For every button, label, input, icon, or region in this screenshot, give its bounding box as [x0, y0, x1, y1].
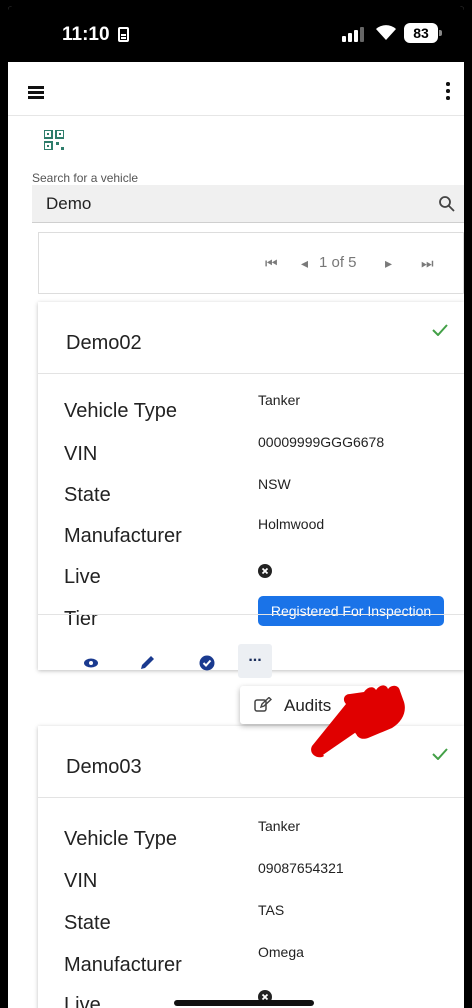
search-label: Search for a vehicle	[32, 171, 139, 185]
card-header: Demo02	[38, 302, 464, 374]
field-label: State	[64, 484, 111, 506]
field-label: VIN	[64, 870, 98, 892]
check-icon	[432, 324, 448, 336]
menu-icon[interactable]	[28, 86, 44, 99]
home-indicator	[174, 1000, 314, 1006]
wifi-icon	[376, 25, 396, 40]
field-value: Holmwood	[258, 516, 325, 532]
status-bar: 11:10 83	[8, 6, 464, 62]
divider	[38, 614, 464, 615]
status-time: 11:10	[62, 24, 110, 45]
app-bar	[8, 62, 464, 116]
search-icon[interactable]	[438, 195, 456, 213]
check-circle-icon[interactable]	[190, 646, 224, 680]
sim-icon	[118, 27, 129, 42]
more-options-icon[interactable]	[444, 82, 452, 100]
audit-edit-icon	[254, 697, 272, 712]
field-label: Tier	[64, 608, 98, 630]
menu-item-label: Audits	[284, 696, 332, 715]
field-value: Omega	[258, 944, 304, 960]
field-value: TAS	[258, 902, 285, 918]
field-label: Vehicle Type	[64, 400, 178, 422]
field-label: Vehicle Type	[64, 828, 178, 850]
search-field[interactable]	[32, 185, 464, 223]
field-value: 09087654321	[258, 860, 344, 876]
first-page-icon[interactable]: ⏮	[265, 255, 278, 272]
qr-code-icon[interactable]	[44, 130, 64, 150]
field-label: Live	[64, 566, 101, 588]
field-label: Manufacturer	[64, 954, 182, 976]
card-header: Demo03	[38, 726, 464, 798]
battery-indicator: 83	[404, 23, 442, 43]
pagination: ⏮ ◂ 1 of 5 ▸ ⏭	[38, 232, 464, 294]
field-value: 00009999GGG6678	[258, 434, 385, 450]
prev-page-icon[interactable]: ◂	[301, 255, 308, 272]
tier-badge[interactable]: Registered For Inspection	[258, 596, 444, 626]
last-page-icon[interactable]: ⏭	[421, 255, 434, 272]
field-label: Live	[64, 994, 101, 1008]
field-label: VIN	[64, 443, 98, 465]
x-circle-icon	[258, 564, 272, 578]
phone-screen: 11:10 83 Search for a vehicle Demo ⏮ ◂ 1…	[8, 6, 464, 1008]
check-icon	[432, 748, 448, 760]
field-value: Tanker	[258, 818, 301, 834]
field-label: State	[64, 912, 111, 934]
signal-icon	[342, 26, 368, 42]
eye-icon[interactable]	[74, 646, 108, 680]
next-page-icon[interactable]: ▸	[385, 255, 392, 272]
vehicle-card: Demo02 Vehicle Type Tanker VIN 00009999G…	[38, 302, 464, 678]
field-label: Manufacturer	[64, 525, 182, 547]
menu-item-audits[interactable]: Audits	[240, 686, 386, 724]
vehicle-name: Demo03	[66, 756, 142, 778]
pencil-icon[interactable]	[130, 646, 164, 680]
vehicle-name: Demo02	[66, 332, 142, 354]
more-actions-button[interactable]: ...	[238, 644, 272, 678]
field-value: NSW	[258, 476, 291, 492]
page-indicator: 1 of 5	[319, 254, 357, 271]
actions-menu: Audits	[240, 686, 386, 724]
vehicle-card: Demo03 Vehicle Type Tanker VIN 090876543…	[38, 726, 464, 1008]
field-value: Tanker	[258, 392, 301, 408]
search-input[interactable]	[46, 191, 426, 217]
